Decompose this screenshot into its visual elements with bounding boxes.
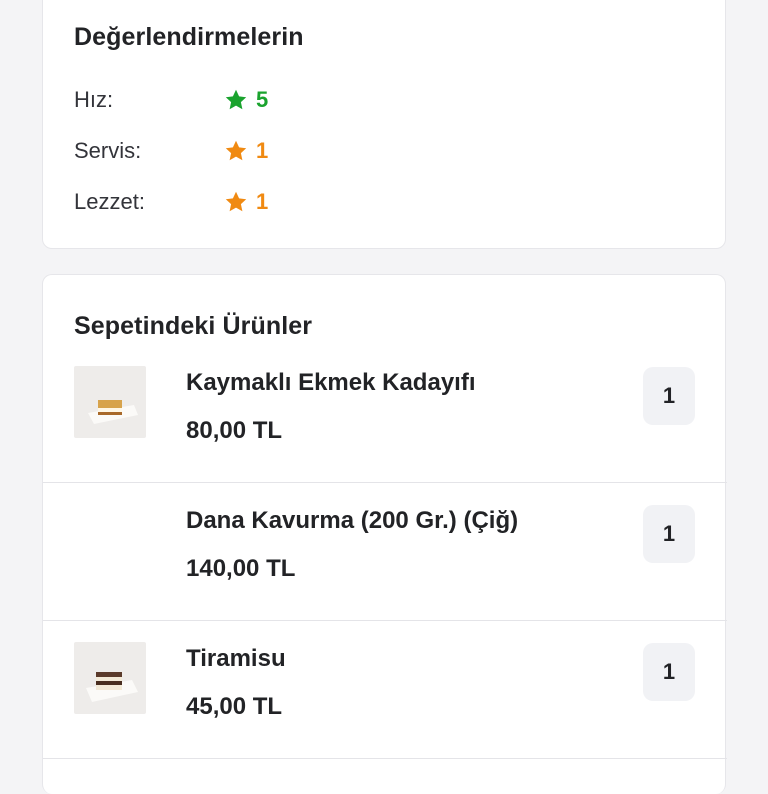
rating-row-speed: Hız: 5 bbox=[74, 87, 374, 117]
product-price: 80,00 TL bbox=[186, 417, 283, 444]
product-name: Kaymaklı Ekmek Kadayıfı bbox=[186, 369, 476, 396]
quantity-box[interactable]: 1 bbox=[643, 505, 695, 563]
rating-value: 5 bbox=[224, 87, 268, 113]
cart-title: Sepetindeki Ürünler bbox=[74, 312, 313, 340]
product-name: Tiramisu bbox=[186, 645, 286, 672]
rating-label: Servis: bbox=[74, 138, 142, 163]
cart-item[interactable]: Dana Kavurma (200 Gr.) (Çiğ) 140,00 TL 1 bbox=[43, 483, 727, 621]
product-price: 140,00 TL bbox=[186, 555, 296, 582]
rating-label: Hız: bbox=[74, 87, 114, 112]
rating-value: 1 bbox=[224, 138, 268, 164]
rating-score: 1 bbox=[256, 189, 269, 214]
rating-row-service: Servis: 1 bbox=[74, 138, 374, 168]
star-icon bbox=[225, 191, 247, 212]
ratings-title: Değerlendirmelerin bbox=[74, 23, 304, 51]
rating-value: 1 bbox=[224, 189, 268, 215]
quantity-box[interactable]: 1 bbox=[643, 367, 695, 425]
kadayif-thumbnail bbox=[74, 366, 146, 438]
product-price: 45,00 TL bbox=[186, 693, 283, 720]
rating-row-taste: Lezzet: 1 bbox=[74, 189, 374, 219]
star-icon bbox=[225, 89, 247, 110]
tiramisu-thumbnail bbox=[74, 642, 146, 714]
star-icon bbox=[225, 140, 247, 161]
cart-item[interactable]: Kaymaklı Ekmek Kadayıfı 80,00 TL 1 bbox=[43, 345, 727, 483]
rating-score: 1 bbox=[256, 138, 269, 163]
cart-products-card: Sepetindeki Ürünler Kaymaklı Ekmek Kaday… bbox=[42, 274, 727, 794]
ratings-card: Değerlendirmelerin Hız: 5 Servis: 1 Lezz… bbox=[42, 0, 726, 249]
cart-item[interactable]: Tiramisu 45,00 TL 1 bbox=[43, 621, 727, 759]
rating-score: 5 bbox=[256, 87, 269, 112]
quantity-box[interactable]: 1 bbox=[643, 643, 695, 701]
product-name: Dana Kavurma (200 Gr.) (Çiğ) bbox=[186, 507, 519, 534]
rating-label: Lezzet: bbox=[74, 189, 145, 214]
